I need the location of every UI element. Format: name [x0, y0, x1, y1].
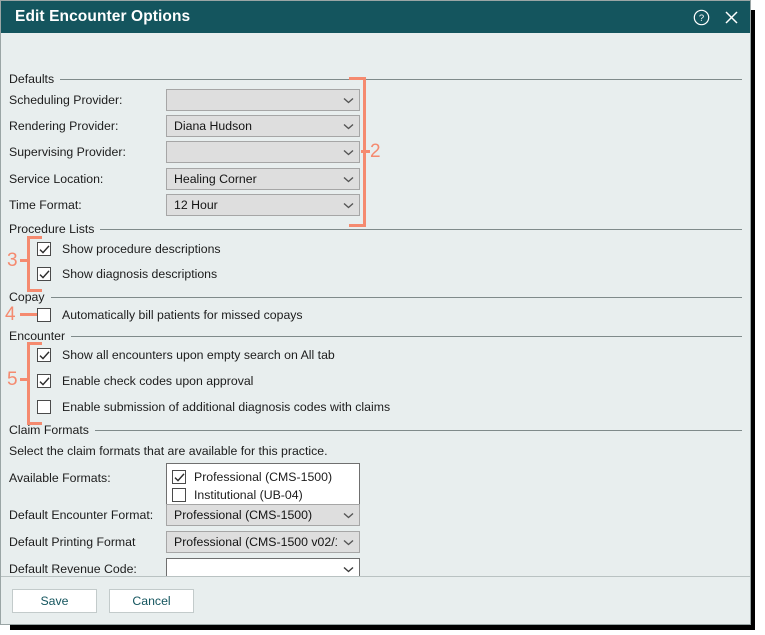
group-rule [100, 228, 742, 230]
annotation-tick-3 [20, 259, 28, 262]
field-row-time-format: Time Format: [9, 194, 82, 216]
group-label-encounter: Encounter [9, 329, 66, 343]
checkbox-label-show-procedure-descriptions: Show procedure descriptions [62, 242, 221, 256]
dialog-content: Defaults Scheduling Provider: Rendering … [1, 33, 750, 576]
chevron-down-icon [337, 512, 359, 519]
field-label-available-formats: Available Formats: [9, 471, 111, 485]
group-label-procedure-lists: Procedure Lists [9, 222, 95, 236]
field-label-time-format: Time Format: [9, 198, 82, 212]
help-circle-icon[interactable]: ? [692, 8, 710, 26]
claim-formats-description: Select the claim formats that are availa… [9, 444, 328, 458]
dialog-titlebar: Edit Encounter Options ? [1, 1, 750, 33]
annotation-number-5: 5 [7, 369, 18, 390]
field-row-available-formats: Available Formats: [9, 467, 111, 489]
field-label-default-printing-format: Default Printing Format [9, 535, 136, 549]
annotation-tick-2 [361, 150, 370, 153]
dropdown-default-printing-format[interactable]: Professional (CMS-1500 v02/12) [166, 531, 360, 553]
field-row-default-printing-format: Default Printing Format [9, 531, 135, 553]
dropdown-supervising-provider[interactable] [166, 141, 360, 163]
group-header-encounter: Encounter [9, 329, 742, 343]
dropdown-scheduling-provider[interactable] [166, 89, 360, 111]
annotation-bracket-5 [27, 342, 42, 425]
group-rule [71, 335, 742, 337]
chevron-down-icon [337, 566, 359, 573]
group-header-procedure-lists: Procedure Lists [9, 222, 742, 236]
field-row-default-encounter-format: Default Encounter Format: [9, 504, 153, 526]
checkbox-professional-cms1500[interactable] [172, 470, 186, 484]
field-label-supervising-provider: Supervising Provider: [9, 145, 126, 159]
screenshot-root: Edit Encounter Options ? Defaults Schedu… [0, 0, 765, 635]
checkbox-row-enable-check-codes[interactable]: Enable check codes upon approval [37, 373, 253, 389]
dropdown-default-revenue-code[interactable] [166, 558, 360, 576]
checkbox-label-show-all-encounters: Show all encounters upon empty search on… [62, 348, 335, 362]
checkbox-institutional-ub04[interactable] [172, 488, 186, 502]
annotation-number-4: 4 [5, 304, 16, 325]
titlebar-buttons: ? [692, 8, 740, 26]
checkbox-row-show-procedure-descriptions[interactable]: Show procedure descriptions [37, 241, 221, 257]
annotation-tick-4 [20, 313, 37, 316]
group-rule [94, 429, 742, 431]
dropdown-value-time-format: 12 Hour [174, 198, 218, 212]
annotation-number-2: 2 [370, 141, 381, 162]
field-row-rendering-provider: Rendering Provider: [9, 115, 118, 137]
dialog-title: Edit Encounter Options [15, 8, 191, 25]
field-label-scheduling-provider: Scheduling Provider: [9, 93, 123, 107]
list-item-label-institutional: Institutional (UB-04) [194, 488, 303, 502]
dialog-footer: Save Cancel [1, 576, 750, 624]
dropdown-rendering-provider[interactable]: Diana Hudson [166, 115, 360, 137]
list-item-label-professional: Professional (CMS-1500) [194, 470, 333, 484]
field-label-default-encounter-format: Default Encounter Format: [9, 508, 154, 522]
checkbox-label-enable-additional-diagnosis-codes: Enable submission of additional diagnosi… [62, 400, 391, 414]
checkbox-row-auto-bill-missed-copays[interactable]: Automatically bill patients for missed c… [37, 307, 303, 323]
checkbox-row-show-all-encounters[interactable]: Show all encounters upon empty search on… [37, 347, 335, 363]
field-label-service-location: Service Location: [9, 172, 104, 186]
dropdown-time-format[interactable]: 12 Hour [166, 194, 360, 216]
checkbox-row-show-diagnosis-descriptions[interactable]: Show diagnosis descriptions [37, 266, 217, 282]
checkbox-row-enable-additional-diagnosis-codes[interactable]: Enable submission of additional diagnosi… [37, 399, 390, 415]
field-label-default-revenue-code: Default Revenue Code: [9, 562, 137, 576]
svg-text:?: ? [698, 13, 703, 24]
cancel-button[interactable]: Cancel [109, 588, 194, 613]
annotation-number-3: 3 [7, 250, 18, 271]
dropdown-service-location[interactable]: Healing Corner [166, 168, 360, 190]
listbox-available-formats[interactable]: Professional (CMS-1500) Institutional (U… [166, 463, 360, 509]
checkbox-label-enable-check-codes: Enable check codes upon approval [62, 374, 254, 388]
checkbox-auto-bill-missed-copays[interactable] [37, 308, 51, 322]
close-icon[interactable] [722, 8, 740, 26]
dropdown-value-default-encounter-format: Professional (CMS-1500) [174, 508, 313, 522]
list-item[interactable]: Institutional (UB-04) [172, 486, 354, 504]
save-button[interactable]: Save [12, 588, 97, 613]
group-label-defaults: Defaults [9, 72, 55, 86]
annotation-tick-5 [20, 378, 28, 381]
dropdown-value-rendering-provider: Diana Hudson [174, 119, 252, 133]
edit-encounter-options-dialog: Edit Encounter Options ? Defaults Schedu… [0, 0, 751, 625]
field-row-default-revenue-code: Default Revenue Code: [9, 558, 137, 576]
annotation-bracket-3 [27, 236, 42, 292]
group-header-copay: Copay [9, 290, 742, 304]
group-rule [50, 296, 742, 298]
chevron-down-icon [337, 539, 359, 546]
dropdown-value-default-printing-format: Professional (CMS-1500 v02/12) [174, 535, 337, 549]
checkbox-label-auto-bill-missed-copays: Automatically bill patients for missed c… [62, 308, 303, 322]
group-header-defaults: Defaults [9, 72, 742, 86]
dropdown-value-service-location: Healing Corner [174, 172, 257, 186]
field-label-rendering-provider: Rendering Provider: [9, 119, 119, 133]
dropdown-default-encounter-format[interactable]: Professional (CMS-1500) [166, 504, 360, 526]
field-row-supervising-provider: Supervising Provider: [9, 141, 126, 163]
checkbox-label-show-diagnosis-descriptions: Show diagnosis descriptions [62, 267, 218, 281]
group-label-copay: Copay [9, 290, 45, 304]
group-rule [60, 78, 742, 80]
group-label-claim-formats: Claim Formats [9, 423, 89, 437]
list-item[interactable]: Professional (CMS-1500) [172, 468, 354, 486]
field-row-scheduling-provider: Scheduling Provider: [9, 89, 122, 111]
group-header-claim-formats: Claim Formats [9, 423, 742, 437]
field-row-service-location: Service Location: [9, 168, 103, 190]
